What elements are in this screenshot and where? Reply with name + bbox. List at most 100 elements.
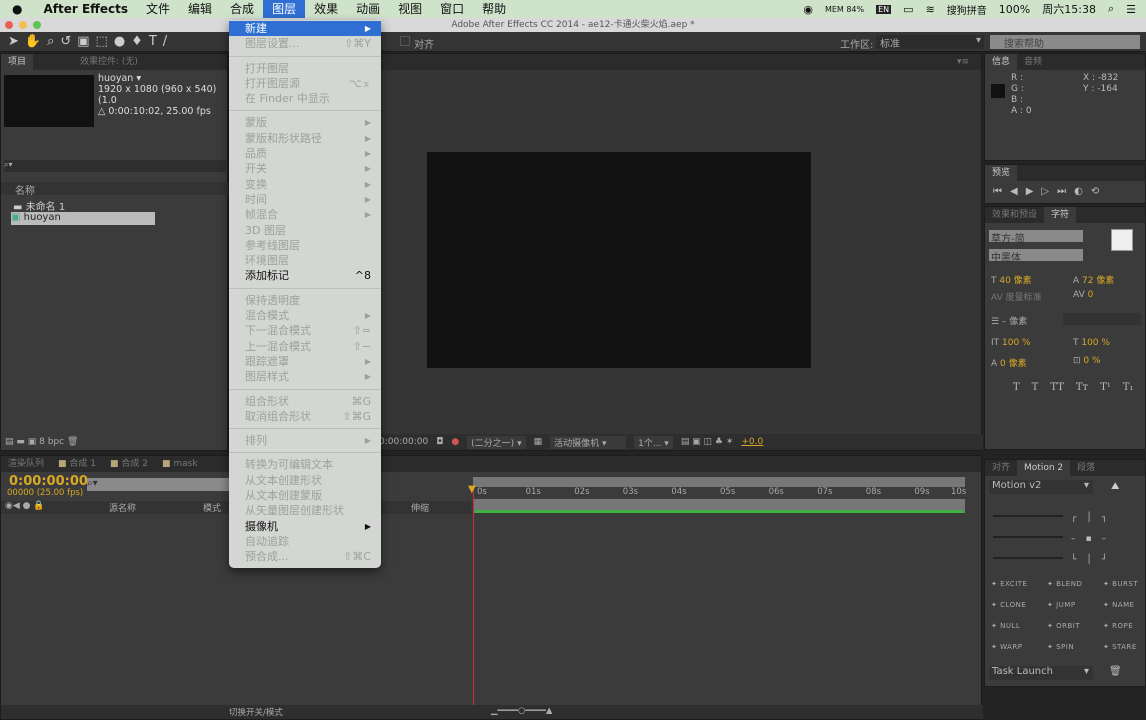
slider-2[interactable] [993,536,1063,538]
views-select[interactable]: 1个... ▾ [634,435,673,449]
wifi-icon[interactable]: ≋ [926,3,935,16]
tab-preview[interactable]: 预览 [985,165,1018,181]
menu-item[interactable]: 图层设置... ⇧⌘Y [229,36,381,51]
font-size-field[interactable]: T 40 像素 [991,273,1032,286]
menu-item[interactable]: 排列 ▶ [229,433,381,448]
menu-composition[interactable]: 合成 [221,0,263,18]
font-family-select[interactable]: 草方-简 [989,230,1083,245]
snapshot-icon[interactable]: ◘ [436,437,443,447]
channel-icon[interactable]: ● [451,437,459,447]
column-name[interactable]: 名称 [1,182,229,197]
menu-item[interactable]: 从文本创建形状 [229,473,381,488]
menu-item[interactable]: 帧混合 ▶ [229,207,381,222]
motion-blend-button[interactable]: ✦ BLEND [1047,580,1082,588]
tab-motion-2[interactable]: Motion 2 [1017,460,1071,476]
leading-field[interactable]: A 72 像素 [1073,273,1114,286]
menu-app[interactable]: After Effects [34,0,137,18]
airplay-icon[interactable]: ▭ [903,3,913,16]
tab-mask[interactable]: ■ mask [155,456,205,472]
tab-align[interactable]: 对齐 [985,460,1017,476]
menu-item[interactable]: 摄像机 ▶ [229,519,381,534]
tab-render-queue[interactable]: 渲染队列 [1,456,51,472]
comp-canvas[interactable] [427,152,811,368]
column-stretch[interactable]: 伸缩 [411,501,429,514]
playhead[interactable] [473,486,474,711]
stroke-width-field[interactable]: ☰ – 像素 [991,314,1027,327]
menu-item[interactable]: 预合成... ⇧⌘C [229,549,381,564]
tab-info[interactable]: 信息 [985,54,1018,70]
column-mode[interactable]: 模式 [203,501,221,514]
record-icon[interactable]: ◉ [803,3,813,16]
playhead-handle-icon[interactable]: ▼ [468,484,476,495]
motion-burst-button[interactable]: ✦ BURST [1103,580,1138,588]
kerning-field[interactable]: AV 度量标准 [991,290,1042,303]
menu-help[interactable]: 帮助 [473,0,515,18]
menu-item[interactable]: 转换为可编辑文本 [229,457,381,472]
project-search[interactable]: ⌕▾ [4,160,226,172]
superscript-button[interactable]: T¹ [1100,382,1111,393]
interpret-icon[interactable]: ▤ ▬ ▣ [5,437,36,447]
menu-item[interactable]: 组合形状 ⌘G [229,394,381,409]
menu-item[interactable]: 参考线图层 [229,238,381,253]
menu-layer[interactable]: 图层 [263,0,306,18]
slider-3[interactable] [993,557,1063,559]
tab-effects-presets[interactable]: 效果和预设 [985,207,1044,223]
column-source-name[interactable]: 源名称 [109,501,136,514]
menu-item[interactable]: 图层样式 ▶ [229,369,381,384]
menu-item[interactable]: 保持透明度 [229,293,381,308]
trash-button[interactable]: 🗑 [1109,666,1122,677]
notification-icon[interactable]: ☰ [1126,3,1136,16]
toggle-switches-modes-button[interactable]: 切换开关/模式 [229,706,283,718]
motion-orbit-button[interactable]: ✦ ORBIT [1047,622,1080,630]
menu-item[interactable]: 蒙版和形状路径 ▶ [229,131,381,146]
stroke-type-select[interactable] [1063,313,1141,325]
zoom-window-button[interactable] [33,21,41,29]
menu-item[interactable]: 开关 ▶ [229,161,381,176]
menu-item[interactable]: 混合模式 ▶ [229,308,381,323]
motion-null-button[interactable]: ✦ NULL [991,622,1020,630]
tab-comp-1[interactable]: ■ 合成 1 [51,456,103,472]
trash-icon[interactable]: 🗑 [67,437,78,447]
menu-view[interactable]: 视图 [389,0,431,18]
menu-animation[interactable]: 动画 [347,0,389,18]
subscript-button[interactable]: T₁ [1123,382,1134,393]
menu-item[interactable]: 从矢量图层创建形状 [229,503,381,518]
input-lang[interactable]: EN [876,4,892,14]
clock[interactable]: 周六15:38 [1042,1,1096,17]
work-area-bar[interactable] [473,477,965,487]
tab-project[interactable]: 项目 [1,54,34,70]
timeline-timecode[interactable]: 0:00:00:00 [9,474,88,489]
tab-character[interactable]: 字符 [1044,207,1077,223]
motion-rope-button[interactable]: ✦ ROPE [1103,622,1133,630]
menu-item[interactable]: 上一混合模式 ⇧− [229,339,381,354]
close-window-button[interactable] [5,21,13,29]
motion-name-button[interactable]: ✦ NAME [1103,601,1135,609]
menu-item[interactable]: 3D 图层 [229,223,381,238]
all-caps-button[interactable]: TT [1050,382,1064,393]
playback-controls[interactable]: ⏮◀▶▷⏭◐⟲ [985,181,1145,202]
menu-item[interactable]: 环境图层 [229,253,381,268]
menu-file[interactable]: 文件 [137,0,179,18]
spotlight-icon[interactable]: ⌕ [1108,2,1114,16]
baseline-shift-field[interactable]: A 0 像素 [991,356,1027,369]
menu-item[interactable]: 添加标记 ^8 [229,268,381,283]
tab-effect-controls[interactable]: 效果控件: (无) [73,54,145,70]
time-ruler[interactable]: 0s 01s 02s 03s 04s 05s 06s 07s 08s 09s 10s [473,487,966,499]
comp-name[interactable]: huoyan ▾ [98,73,227,84]
tracking-field[interactable]: AV 0 [1073,290,1093,300]
menu-item[interactable]: 品质 ▶ [229,146,381,161]
menu-item[interactable]: 在 Finder 中显示 [229,91,381,106]
zoom-slider[interactable]: ▁━━━━○━━━━▲ [491,706,552,716]
camera-select[interactable]: 活动摄像机 ▾ [550,435,627,449]
slider-1[interactable] [993,515,1063,517]
menu-item[interactable]: 跟踪遮罩 ▶ [229,354,381,369]
motion-warp-button[interactable]: ✦ WARP [991,643,1023,651]
menu-edit[interactable]: 编辑 [179,0,221,18]
resolution-select[interactable]: (二分之一) ▾ [467,435,526,449]
minimize-window-button[interactable] [19,21,27,29]
bpc-button[interactable]: 8 bpc [39,437,64,447]
motion-stare-button[interactable]: ✦ STARE [1103,643,1137,651]
anchor-grid[interactable]: ┌│┐ –▪– └│┘ [1071,508,1117,571]
ime[interactable]: 搜狗拼音 [947,2,987,17]
panel-menu-icon[interactable]: ▾≡ [957,57,981,67]
